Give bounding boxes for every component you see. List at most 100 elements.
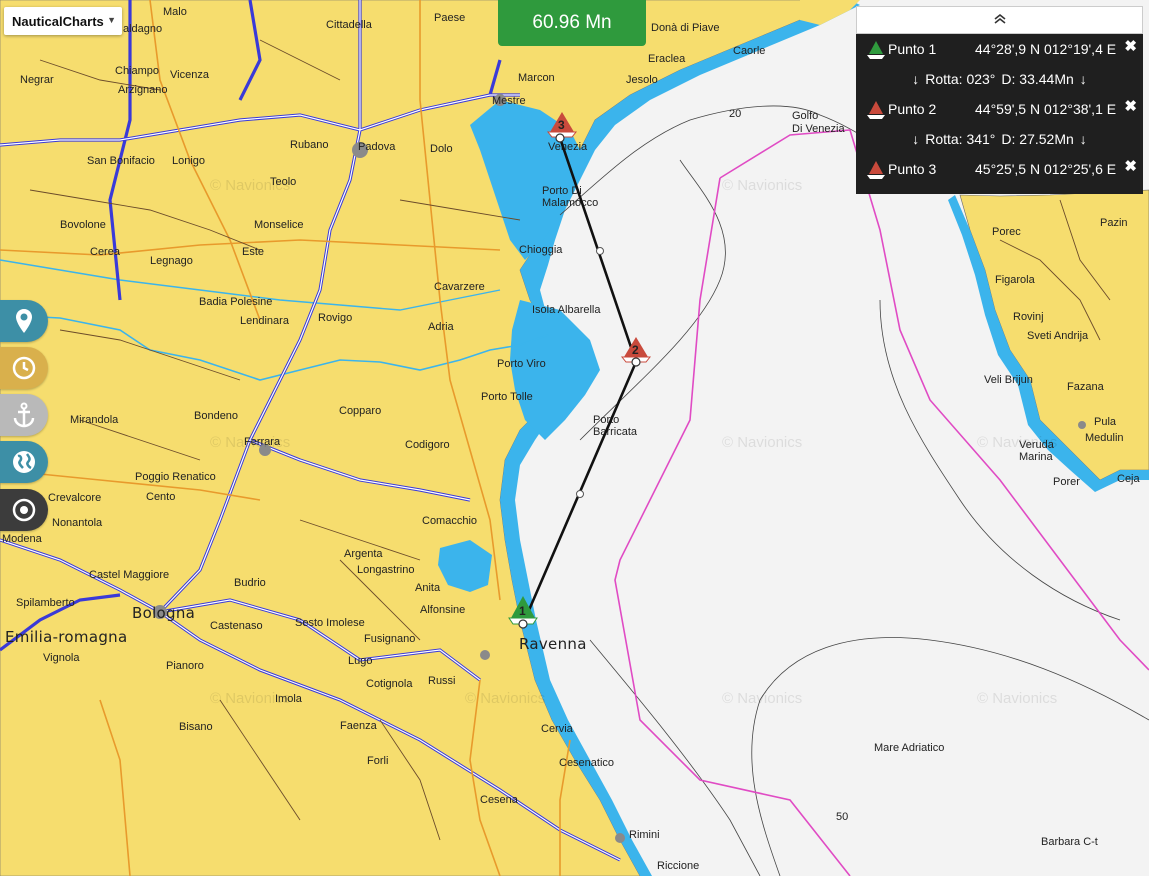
waypoint-name: Punto 2 bbox=[888, 101, 937, 117]
delete-waypoint-icon[interactable]: ✖ bbox=[1124, 37, 1137, 55]
svg-text:Teolo: Teolo bbox=[270, 176, 296, 188]
svg-text:Rovigo: Rovigo bbox=[318, 312, 352, 324]
svg-text:Malamocco: Malamocco bbox=[542, 197, 598, 209]
route-details-panel: Punto 1 44°28',9 N 012°19',4 E ✖ ↓ Rotta… bbox=[856, 6, 1143, 194]
svg-text:Cerea: Cerea bbox=[90, 246, 121, 258]
svg-text:Paese: Paese bbox=[434, 12, 465, 24]
svg-text:Rubano: Rubano bbox=[290, 139, 329, 151]
chart-type-select-value: NauticalCharts bbox=[12, 13, 104, 29]
target-icon bbox=[12, 498, 36, 522]
panel-collapse-button[interactable] bbox=[856, 6, 1143, 34]
svg-text:Longastrino: Longastrino bbox=[357, 564, 415, 576]
svg-text:Faenza: Faenza bbox=[340, 720, 378, 732]
svg-text:Cesena: Cesena bbox=[480, 794, 519, 806]
svg-text:Pazin: Pazin bbox=[1100, 217, 1128, 229]
svg-text:Veruda: Veruda bbox=[1019, 439, 1055, 451]
globe-tool-button[interactable] bbox=[0, 441, 48, 483]
svg-text:Porto Tolle: Porto Tolle bbox=[481, 391, 533, 403]
svg-text:Russi: Russi bbox=[428, 675, 456, 687]
anchor-tool-button[interactable] bbox=[0, 394, 48, 436]
svg-text:Codigoro: Codigoro bbox=[405, 439, 450, 451]
delete-waypoint-icon[interactable]: ✖ bbox=[1124, 157, 1137, 175]
waypoint-tool-button[interactable] bbox=[0, 300, 48, 342]
svg-text:Bovolone: Bovolone bbox=[60, 219, 106, 231]
svg-text:Lendinara: Lendinara bbox=[240, 315, 290, 327]
chevron-down-icon: ▼ bbox=[107, 15, 116, 25]
svg-text:2: 2 bbox=[632, 343, 639, 357]
svg-text:© Navionics: © Navionics bbox=[465, 690, 545, 707]
waypoint-coords: 44°28',9 N 012°19',4 E bbox=[975, 41, 1117, 57]
svg-text:San Bonifacio: San Bonifacio bbox=[87, 155, 155, 167]
svg-text:Golfo: Golfo bbox=[792, 110, 818, 122]
svg-text:Cento: Cento bbox=[146, 491, 175, 503]
svg-text:Barricata: Barricata bbox=[593, 426, 638, 438]
svg-text:1: 1 bbox=[519, 604, 526, 618]
waypoint-row-1[interactable]: Punto 1 44°28',9 N 012°19',4 E ✖ bbox=[856, 34, 1143, 64]
svg-text:Argenta: Argenta bbox=[344, 548, 383, 560]
leg-row-1: ↓ Rotta: 023° D: 33.44Mn ↓ bbox=[856, 64, 1143, 94]
svg-text:Padova: Padova bbox=[358, 141, 396, 153]
svg-text:Emilia-romagna: Emilia-romagna bbox=[5, 628, 127, 646]
svg-text:Marcon: Marcon bbox=[518, 72, 555, 84]
svg-text:Poggio Renatico: Poggio Renatico bbox=[135, 471, 216, 483]
sailboat-icon bbox=[867, 161, 885, 179]
svg-text:Ferrara: Ferrara bbox=[244, 436, 281, 448]
map-pin-icon bbox=[16, 309, 32, 333]
svg-text:Donà di Piave: Donà di Piave bbox=[651, 22, 720, 34]
svg-text:Porer: Porer bbox=[1053, 476, 1080, 488]
svg-text:Monselice: Monselice bbox=[254, 219, 304, 231]
svg-text:Rovinj: Rovinj bbox=[1013, 311, 1044, 323]
waypoint-coords: 45°25',5 N 012°25',6 E bbox=[975, 161, 1117, 177]
svg-text:Negrar: Negrar bbox=[20, 74, 54, 86]
leg-distance: D: 33.44Mn bbox=[1001, 71, 1074, 87]
globe-icon bbox=[13, 451, 35, 473]
svg-text:Marina: Marina bbox=[1019, 451, 1054, 463]
route-midpoint-handle[interactable] bbox=[596, 247, 604, 255]
svg-text:Chiampo: Chiampo bbox=[115, 65, 159, 77]
svg-text:Eraclea: Eraclea bbox=[648, 53, 686, 65]
history-tool-button[interactable] bbox=[0, 347, 48, 389]
svg-text:Forli: Forli bbox=[367, 755, 388, 767]
depth-label: 20 bbox=[729, 108, 741, 120]
waypoint-row-3[interactable]: Punto 3 45°25',5 N 012°25',6 E ✖ bbox=[856, 154, 1143, 184]
svg-text:Adria: Adria bbox=[428, 321, 455, 333]
leg-course: Rotta: 341° bbox=[925, 131, 996, 147]
svg-text:Bondeno: Bondeno bbox=[194, 410, 238, 422]
waypoint-name: Punto 1 bbox=[888, 41, 937, 57]
svg-text:Modena: Modena bbox=[2, 533, 43, 545]
arrow-down-icon: ↓ bbox=[1079, 71, 1087, 87]
svg-text:Sesto Imolese: Sesto Imolese bbox=[295, 617, 365, 629]
svg-text:Mare Adriatico: Mare Adriatico bbox=[874, 742, 944, 754]
svg-text:Cavarzere: Cavarzere bbox=[434, 281, 485, 293]
svg-text:Dolo: Dolo bbox=[430, 143, 453, 155]
svg-text:Jesolo: Jesolo bbox=[626, 74, 658, 86]
delete-waypoint-icon[interactable]: ✖ bbox=[1124, 97, 1137, 115]
svg-text:Cervia: Cervia bbox=[541, 723, 574, 735]
svg-text:Ravenna: Ravenna bbox=[519, 635, 587, 653]
svg-text:Porto: Porto bbox=[593, 414, 619, 426]
locate-tool-button[interactable] bbox=[0, 489, 48, 531]
waypoint-row-2[interactable]: Punto 2 44°59',5 N 012°38',1 E ✖ bbox=[856, 94, 1143, 124]
route-distance-value: 60.96 Mn bbox=[532, 12, 612, 33]
route-midpoint-handle[interactable] bbox=[576, 490, 584, 498]
svg-text:Este: Este bbox=[242, 246, 264, 258]
svg-text:Mestre: Mestre bbox=[492, 95, 526, 107]
route-waypoint-list: Punto 1 44°28',9 N 012°19',4 E ✖ ↓ Rotta… bbox=[856, 34, 1143, 194]
svg-text:Sveti Andrija: Sveti Andrija bbox=[1027, 330, 1089, 342]
svg-text:Malo: Malo bbox=[163, 6, 187, 18]
svg-text:© Navionics: © Navionics bbox=[977, 690, 1057, 707]
svg-text:Imola: Imola bbox=[275, 693, 303, 705]
svg-text:Cotignola: Cotignola bbox=[366, 678, 413, 690]
svg-text:Isola Albarella: Isola Albarella bbox=[532, 304, 601, 316]
svg-text:Chioggia: Chioggia bbox=[519, 244, 563, 256]
waypoint-name: Punto 3 bbox=[888, 161, 937, 177]
route-distance-badge: 60.96 Mn bbox=[498, 0, 646, 46]
svg-text:Legnago: Legnago bbox=[150, 255, 193, 267]
svg-text:© Navionics: © Navionics bbox=[722, 434, 802, 451]
chart-type-select[interactable]: NauticalCharts ▼ bbox=[4, 7, 122, 35]
svg-text:Vignola: Vignola bbox=[43, 652, 80, 664]
svg-text:Anita: Anita bbox=[415, 582, 441, 594]
svg-text:Lonigo: Lonigo bbox=[172, 155, 205, 167]
svg-text:Badia Polesine: Badia Polesine bbox=[199, 296, 272, 308]
svg-text:Bisano: Bisano bbox=[179, 721, 213, 733]
